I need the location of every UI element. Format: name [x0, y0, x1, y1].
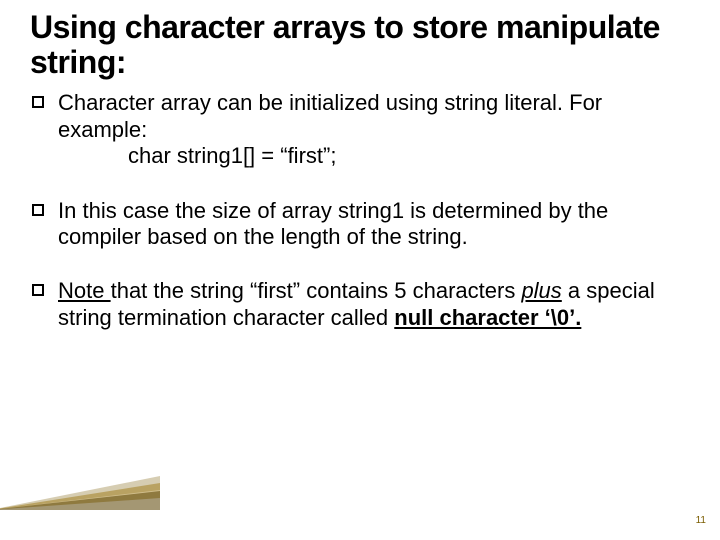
null-character-label: null character ‘\0’. [394, 305, 581, 330]
square-bullet-icon [32, 284, 44, 296]
bullet-1: Character array can be initialized using… [58, 90, 690, 169]
wedge-decoration-icon [0, 476, 160, 510]
bullet-2: In this case the size of array string1 i… [58, 198, 690, 251]
page-number: 11 [696, 515, 706, 526]
bullet-2-rest: this case the size of array string1 is d… [58, 198, 608, 249]
bullet-2-lead: In [58, 198, 76, 223]
bullet-1-code: char string1[] = “first”; [58, 143, 690, 169]
bullet-1-lead: Character [58, 90, 155, 115]
square-bullet-icon [32, 96, 44, 108]
slide: Using character arrays to store manipula… [0, 0, 720, 540]
plus-word: plus [521, 278, 561, 303]
square-bullet-icon [32, 204, 44, 216]
body-content: Character array can be initialized using… [30, 90, 690, 331]
note-label: Note [58, 278, 111, 303]
page-title: Using character arrays to store manipula… [30, 10, 690, 80]
bullet-3: Note that the string “first” contains 5 … [58, 278, 690, 331]
bullet-3-mid1: that the string “first” contains 5 chara… [111, 278, 522, 303]
